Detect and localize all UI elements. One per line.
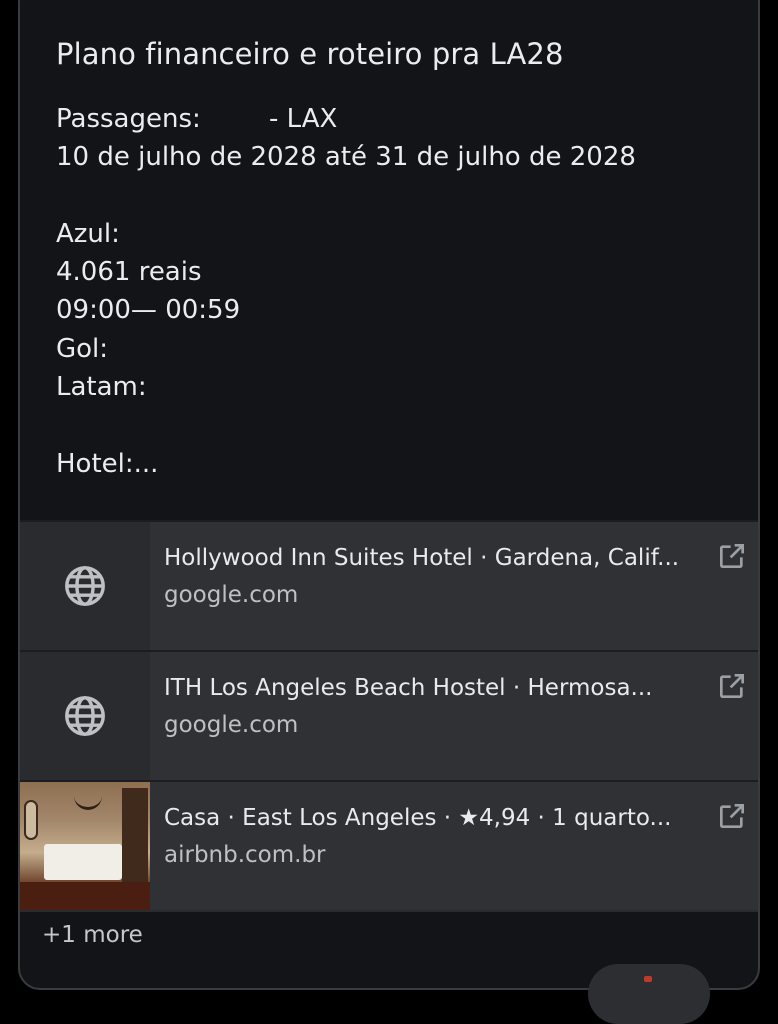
globe-icon — [20, 652, 150, 780]
note-line: 09:00— 00:59 — [56, 295, 241, 326]
note-content: Plano financeiro e roteiro pra LA28 Pass… — [56, 34, 734, 483]
fab-indicator-icon — [644, 976, 652, 982]
floating-action-button[interactable] — [588, 964, 710, 1024]
link-item-hollywood-inn[interactable]: Hollywood Inn Suites Hotel · Gardena, Ca… — [20, 520, 758, 650]
link-text: Hollywood Inn Suites Hotel · Gardena, Ca… — [150, 522, 758, 650]
note-card[interactable]: Plano financeiro e roteiro pra LA28 Pass… — [18, 0, 760, 990]
photo-detail — [74, 792, 102, 810]
listing-photo — [20, 782, 150, 910]
note-line — [56, 406, 734, 444]
link-text: Casa · East Los Angeles · ★4,94 · 1 quar… — [150, 782, 758, 910]
open-in-new-icon[interactable] — [716, 800, 748, 832]
note-line: 4.061 reais — [56, 257, 202, 288]
link-title: Hollywood Inn Suites Hotel · Gardena, Ca… — [164, 545, 680, 571]
note-line — [56, 177, 734, 215]
photo-detail — [44, 844, 122, 880]
link-domain: airbnb.com.br — [164, 842, 326, 868]
link-list: Hollywood Inn Suites Hotel · Gardena, Ca… — [20, 520, 758, 910]
link-title: Casa · East Los Angeles · ★4,94 · 1 quar… — [164, 805, 672, 831]
link-title: ITH Los Angeles Beach Hostel · Hermosa..… — [164, 675, 653, 701]
note-line: Gol: — [56, 333, 109, 364]
passagens-destination: - LAX — [269, 104, 338, 134]
link-item-ith-hostel[interactable]: ITH Los Angeles Beach Hostel · Hermosa..… — [20, 650, 758, 780]
passagens-label: Passagens: — [56, 104, 201, 134]
note-line: Latam: — [56, 372, 147, 403]
redacted-text — [201, 101, 261, 127]
link-text: ITH Los Angeles Beach Hostel · Hermosa..… — [150, 652, 758, 780]
note-line: 10 de julho de 2028 até 31 de julho de 2… — [56, 142, 636, 173]
photo-detail — [20, 882, 150, 910]
open-in-new-icon[interactable] — [716, 670, 748, 702]
note-line: Azul: — [56, 218, 120, 249]
note-line-passagens: Passagens: - LAX — [56, 100, 734, 138]
note-body: Passagens: - LAX 10 de julho de 2028 até… — [56, 100, 734, 483]
note-line: Hotel:... — [56, 448, 159, 479]
link-domain: google.com — [164, 712, 299, 738]
photo-detail — [24, 800, 38, 840]
link-item-airbnb-casa[interactable]: Casa · East Los Angeles · ★4,94 · 1 quar… — [20, 780, 758, 910]
more-links-row[interactable]: +1 more — [20, 910, 758, 970]
open-in-new-icon[interactable] — [716, 540, 748, 572]
more-links-button[interactable]: +1 more — [42, 922, 143, 948]
link-domain: google.com — [164, 582, 299, 608]
note-title: Plano financeiro e roteiro pra LA28 — [56, 37, 564, 71]
globe-icon — [20, 522, 150, 650]
